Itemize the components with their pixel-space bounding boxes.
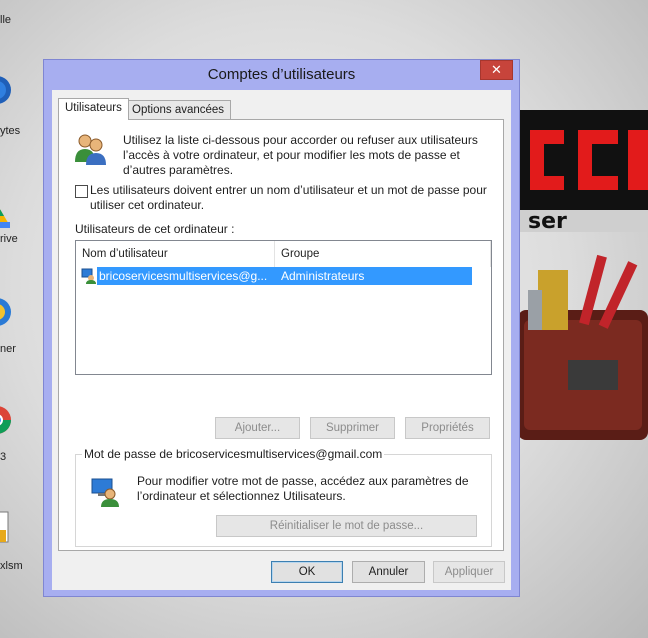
- tab-users[interactable]: Utilisateurs: [58, 98, 129, 120]
- drive-icon[interactable]: [0, 200, 12, 234]
- ok-button[interactable]: OK: [271, 561, 343, 583]
- title-bar[interactable]: Comptes d’utilisateurs ✕: [44, 60, 519, 90]
- desktop-icon-label-5: 3: [0, 451, 7, 463]
- password-group-text: Pour modifier votre mot de passe, accéde…: [137, 474, 469, 504]
- require-password-line-1: Les utilisateurs doivent entrer un nom d…: [90, 183, 487, 197]
- password-group-title: Mot de passe de bricoservicesmultiservic…: [82, 447, 385, 461]
- desktop-app-icon-2[interactable]: [0, 295, 12, 329]
- password-text-line-1: Pour modifier votre mot de passe, accéde…: [137, 474, 469, 488]
- background-logo: ser: [518, 110, 648, 234]
- svg-text:ser: ser: [528, 209, 567, 234]
- intro-line-3: d’autres paramètres.: [123, 163, 234, 177]
- users-list[interactable]: Nom d’utilisateur Groupe bricoservicesmu…: [75, 240, 492, 375]
- desktop-icon-label-2: ytes: [0, 125, 21, 137]
- remove-user-button[interactable]: Supprimer: [310, 417, 395, 439]
- users-group-icon: [75, 134, 106, 165]
- dialog-client-area: Utilisateurs Options avancées Utilisez l…: [52, 90, 511, 590]
- apply-button[interactable]: Appliquer: [433, 561, 505, 583]
- require-password-line-2: utiliser cet ordinateur.: [90, 198, 205, 212]
- background-toolbelt: [518, 254, 648, 440]
- column-header-group[interactable]: Groupe: [275, 241, 491, 267]
- require-password-checkbox[interactable]: [75, 185, 88, 198]
- users-list-label: Utilisateurs de cet ordinateur :: [75, 222, 235, 236]
- desktop-app-icon[interactable]: [0, 72, 12, 106]
- intro-line-2: l’accès à votre ordinateur, et pour modi…: [123, 148, 460, 162]
- table-row[interactable]: bricoservicesmultiservices@g... Administ…: [97, 267, 472, 285]
- row-username: bricoservicesmultiservices@g...: [99, 269, 268, 283]
- reset-password-button[interactable]: Réinitialiser le mot de passe...: [216, 515, 477, 537]
- row-group: Administrateurs: [281, 269, 365, 283]
- user-computer-icon: [91, 478, 119, 507]
- close-button[interactable]: ✕: [480, 60, 513, 80]
- desktop-icon-label-6: xlsm: [0, 560, 23, 572]
- close-icon: ✕: [491, 62, 502, 77]
- password-text-line-2: l’ordinateur et sélectionnez Utilisateur…: [137, 489, 346, 503]
- users-tab-panel: Utilisez la liste ci-dessous pour accord…: [58, 119, 504, 551]
- desktop-icon-label-4: ner: [0, 343, 16, 355]
- intro-line-1: Utilisez la liste ci-dessous pour accord…: [123, 133, 478, 147]
- excel-file-icon[interactable]: [0, 510, 12, 544]
- user-accounts-window: Comptes d’utilisateurs ✕ Utilisateurs Op…: [43, 59, 520, 597]
- add-user-button[interactable]: Ajouter...: [215, 417, 300, 439]
- password-groupbox: Mot de passe de bricoservicesmultiservic…: [75, 447, 492, 547]
- desktop-icon-label-3: rive: [0, 233, 18, 245]
- user-row-icon: [81, 268, 96, 284]
- intro-text: Utilisez la liste ci-dessous pour accord…: [123, 133, 478, 178]
- properties-button[interactable]: Propriétés: [405, 417, 490, 439]
- desktop-icon-label-1: lle: [0, 14, 12, 26]
- tab-advanced-options[interactable]: Options avancées: [125, 100, 232, 120]
- chrome-icon[interactable]: [0, 403, 12, 437]
- column-header-username[interactable]: Nom d’utilisateur: [76, 241, 275, 267]
- cancel-button[interactable]: Annuler: [352, 561, 425, 583]
- require-password-label[interactable]: Les utilisateurs doivent entrer un nom d…: [90, 183, 487, 213]
- window-title: Comptes d’utilisateurs: [207, 66, 356, 83]
